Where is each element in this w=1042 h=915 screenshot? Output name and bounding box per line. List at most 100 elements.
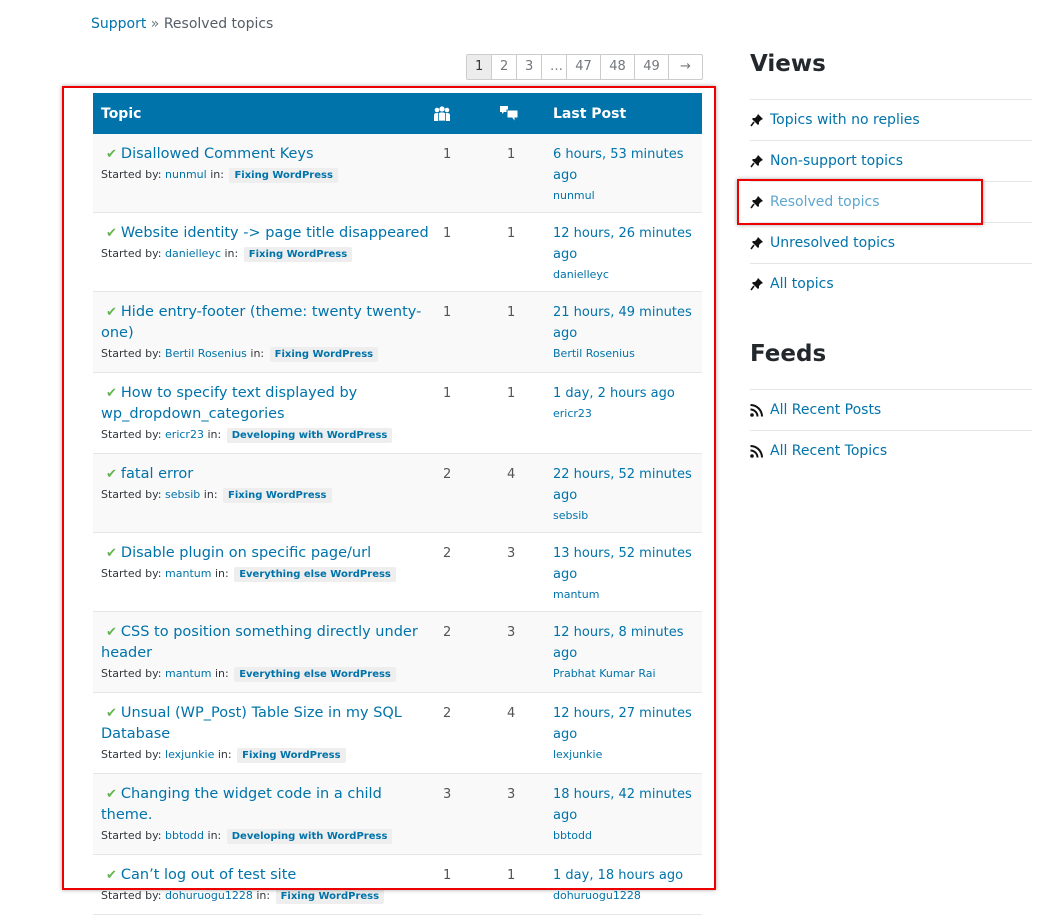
topic-author-link[interactable]: danielleyc	[165, 247, 221, 260]
forum-tag[interactable]: Everything else WordPress	[234, 667, 396, 682]
voices-count: 1	[443, 868, 452, 883]
last-post-time-link[interactable]: 18 hours, 42 minutes ago	[553, 787, 692, 823]
last-post-user-link[interactable]: lexjunkie	[553, 748, 602, 761]
feed-link[interactable]: All Recent Posts	[770, 402, 881, 418]
started-by-label: Started by:	[101, 428, 162, 441]
topic-meta: Started by: nunmul in: Fixing WordPress	[101, 168, 437, 183]
topic-title-link[interactable]: fatal error	[121, 466, 193, 482]
in-label: in:	[256, 889, 271, 902]
topic-meta: Started by: mantum in: Everything else W…	[101, 667, 437, 682]
view-item[interactable]: Topics with no replies	[750, 100, 1032, 141]
topic-author-link[interactable]: Bertil Rosenius	[165, 347, 247, 360]
last-post-time-link[interactable]: 1 day, 2 hours ago	[553, 386, 675, 401]
started-by-label: Started by:	[101, 889, 162, 902]
view-link[interactable]: Topics with no replies	[770, 112, 920, 128]
forum-tag[interactable]: Fixing WordPress	[275, 889, 385, 904]
last-post-user-link[interactable]: mantum	[553, 588, 599, 601]
topic-cell: ✔ Can’t log out of test site Started by: d…	[93, 855, 443, 915]
topic-title-link[interactable]: Website identity -> page title disappear…	[121, 225, 429, 241]
topic-row: ✔ Changing the widget code in a child the…	[93, 773, 702, 855]
views-list: Topics with no replies Non-support topics…	[750, 99, 1032, 304]
rss-icon	[750, 403, 763, 417]
view-item[interactable]: Non-support topics	[750, 141, 1032, 182]
topic-author-link[interactable]: sebsib	[165, 488, 200, 501]
feed-link[interactable]: All Recent Topics	[770, 443, 887, 459]
topic-title-link[interactable]: Unsual (WP_Post) Table Size in my SQL Da…	[101, 705, 402, 742]
topic-title-link[interactable]: Disallowed Comment Keys	[121, 146, 314, 162]
last-post-user-link[interactable]: Bertil Rosenius	[553, 347, 635, 360]
next-page-button[interactable]: →	[668, 55, 702, 79]
last-post-time-link[interactable]: 13 hours, 52 minutes ago	[553, 546, 692, 582]
view-link[interactable]: Non-support topics	[770, 153, 903, 169]
last-post-user-link[interactable]: danielleyc	[553, 268, 609, 281]
last-post-time-link[interactable]: 6 hours, 53 minutes ago	[553, 147, 684, 183]
breadcrumb-support-link[interactable]: Support	[91, 16, 146, 32]
page-link[interactable]: 2	[491, 55, 516, 79]
topic-author-link[interactable]: dohuruogu1228	[165, 889, 253, 902]
voices-count: 1	[443, 305, 452, 320]
topic-author-link[interactable]: bbtodd	[165, 829, 204, 842]
topic-cell: ✔ CSS to position something directly unde…	[93, 612, 443, 693]
topic-meta: Started by: Bertil Rosenius in: Fixing W…	[101, 347, 437, 362]
topic-title-link[interactable]: How to specify text displayed by wp_drop…	[101, 385, 357, 422]
started-by-label: Started by:	[101, 347, 162, 360]
table-header: Topic Last Post	[93, 93, 702, 134]
topic-title-link[interactable]: CSS to position something directly under…	[101, 624, 418, 661]
forum-tag[interactable]: Fixing WordPress	[229, 168, 338, 183]
last-post-time-link[interactable]: 21 hours, 49 minutes ago	[553, 305, 692, 341]
voices-count: 2	[443, 625, 452, 640]
feed-item[interactable]: All Recent Posts	[750, 390, 1032, 431]
feeds-list: All Recent Posts All Recent Topics	[750, 389, 1032, 471]
last-post-user-link[interactable]: ericr23	[553, 407, 592, 420]
page-link[interactable]: 3	[516, 55, 541, 79]
topic-author-link[interactable]: nunmul	[165, 168, 207, 181]
view-item[interactable]: Unresolved topics	[750, 223, 1032, 264]
posts-count: 3	[507, 625, 516, 640]
page-link[interactable]: 48	[600, 55, 634, 79]
page-link[interactable]: 47	[566, 55, 600, 79]
forum-tag[interactable]: Fixing WordPress	[237, 748, 346, 763]
topic-title-link[interactable]: Can’t log out of test site	[121, 867, 296, 883]
forum-tag[interactable]: Developing with WordPress	[226, 428, 393, 443]
forum-tag[interactable]: Fixing WordPress	[223, 488, 332, 503]
view-link[interactable]: Unresolved topics	[770, 235, 895, 251]
last-post-user-link[interactable]: nunmul	[553, 189, 595, 202]
started-by-label: Started by:	[101, 247, 162, 260]
breadcrumb-current: Resolved topics	[163, 16, 274, 32]
forum-tag[interactable]: Developing with WordPress	[226, 829, 393, 844]
topic-row: ✔ Website identity -> page title disappea…	[93, 212, 702, 292]
view-link[interactable]: Resolved topics	[770, 194, 880, 210]
last-post-cell: 13 hours, 52 minutes ago mantum	[553, 533, 702, 612]
voices-count: 2	[443, 546, 452, 561]
forum-tag[interactable]: Fixing WordPress	[269, 347, 379, 362]
topic-title-link[interactable]: Changing the widget code in a child them…	[101, 786, 382, 823]
last-post-time-link[interactable]: 12 hours, 26 minutes ago	[553, 226, 692, 262]
last-post-time-link[interactable]: 22 hours, 52 minutes ago	[553, 467, 692, 503]
forum-tag[interactable]: Everything else WordPress	[234, 567, 396, 582]
last-post-cell: 18 hours, 42 minutes ago bbtodd	[553, 774, 702, 855]
in-label: in:	[207, 829, 222, 842]
topic-title-link[interactable]: Disable plugin on specific page/url	[121, 545, 371, 561]
feed-item[interactable]: All Recent Topics	[750, 431, 1032, 471]
page-link[interactable]: 49	[634, 55, 668, 79]
topic-cell: ✔ fatal error Started by: sebsib in: Fixin…	[93, 454, 443, 533]
posts-count: 3	[507, 546, 516, 561]
view-item[interactable]: Resolved topics	[750, 182, 1032, 223]
topic-author-link[interactable]: mantum	[165, 567, 211, 580]
last-post-user-link[interactable]: sebsib	[553, 509, 588, 522]
view-item[interactable]: All topics	[750, 264, 1032, 304]
last-post-user-link[interactable]: Prabhat Kumar Rai	[553, 667, 656, 680]
last-post-time-link[interactable]: 12 hours, 27 minutes ago	[553, 706, 692, 742]
topic-author-link[interactable]: ericr23	[165, 428, 204, 441]
last-post-cell: 12 hours, 27 minutes ago lexjunkie	[553, 693, 702, 774]
last-post-time-link[interactable]: 12 hours, 8 minutes ago	[553, 625, 684, 661]
topic-meta: Started by: dohuruogu1228 in: Fixing Wor…	[101, 889, 437, 904]
view-link[interactable]: All topics	[770, 276, 834, 292]
topic-author-link[interactable]: mantum	[165, 667, 211, 680]
forum-tag[interactable]: Fixing WordPress	[243, 247, 353, 262]
last-post-user-link[interactable]: dohuruogu1228	[553, 889, 641, 902]
last-post-time-link[interactable]: 1 day, 18 hours ago	[553, 868, 683, 883]
topic-title-link[interactable]: Hide entry-footer (theme: twenty twenty-…	[101, 304, 421, 341]
topic-author-link[interactable]: lexjunkie	[165, 748, 214, 761]
last-post-user-link[interactable]: bbtodd	[553, 829, 592, 842]
